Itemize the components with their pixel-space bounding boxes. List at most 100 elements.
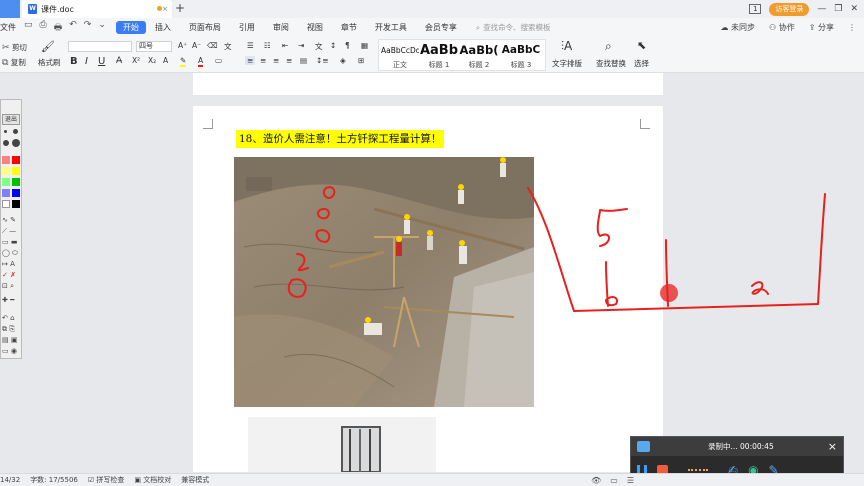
align-center-button[interactable]: ≡ <box>260 56 266 65</box>
redo-icon[interactable]: ↷ <box>84 20 92 36</box>
pen-size-large[interactable] <box>3 140 9 146</box>
grow-font-icon[interactable]: A⁺ <box>178 41 187 50</box>
paintbrush-icon[interactable]: 🖌 <box>41 40 55 53</box>
color-swatch-green[interactable] <box>12 178 20 186</box>
command-search[interactable]: ⌕ 查找命令、搜索模板 <box>476 22 551 33</box>
style-heading-2[interactable]: AaBb( 标题 2 <box>459 42 499 70</box>
save-tool-icon[interactable]: ▤ ▣ <box>2 336 17 344</box>
format-painter-button[interactable]: 格式刷 <box>38 57 61 68</box>
justify-button[interactable]: ≡ <box>286 56 292 65</box>
border-icon[interactable]: ▦ <box>361 41 368 50</box>
find-icon[interactable]: ⌕ <box>605 39 612 54</box>
construction-site-photo[interactable] <box>234 157 534 407</box>
maximize-button[interactable]: ❐ <box>834 4 842 14</box>
distributed-button[interactable]: ▤ <box>300 56 307 65</box>
text-effect-icon[interactable]: A <box>163 56 168 65</box>
font-color-icon[interactable]: A <box>198 56 204 67</box>
collaborate-button[interactable]: ⚇ 协作 <box>769 22 795 33</box>
style-normal[interactable]: AaBbCcDd 正文 <box>381 42 419 70</box>
italic-button[interactable]: I <box>85 56 88 67</box>
recorder-close-button[interactable]: × <box>828 440 837 453</box>
copy-button[interactable]: ⧉ 复制 <box>2 57 26 68</box>
decrease-indent-icon[interactable]: ⇤ <box>282 41 288 50</box>
add-tool-icon[interactable]: ✚ ━ <box>2 296 14 304</box>
print-preview-icon[interactable]: ⎙ <box>40 20 47 36</box>
save-icon[interactable]: ▭ <box>24 20 33 36</box>
menu-tab-member[interactable]: 会员专享 <box>416 22 466 33</box>
text-layout-icon[interactable]: ⫶A <box>561 39 572 54</box>
undo-tool-icon[interactable]: ↶ ⌂ <box>2 314 15 322</box>
document-tab[interactable]: W 课件.doc × <box>22 0 172 18</box>
menu-tab-references[interactable]: 引用 <box>230 22 264 33</box>
word-count[interactable]: 字数: 17/5506 <box>30 475 78 485</box>
menu-file[interactable]: 文件 <box>0 22 18 33</box>
more-menu-icon[interactable]: ⋮ <box>848 23 856 32</box>
color-swatch-white[interactable] <box>2 200 10 208</box>
select-cursor-icon[interactable]: ⬉ <box>637 39 646 52</box>
pen-size-small[interactable] <box>4 130 7 133</box>
style-heading-1[interactable]: AaBb 标题 1 <box>419 42 459 70</box>
page-indicator[interactable]: 14/32 <box>0 476 20 484</box>
color-swatch-light-yellow[interactable] <box>2 167 10 175</box>
home-tab[interactable] <box>0 0 20 18</box>
undo-icon[interactable]: ↶ <box>69 20 77 36</box>
color-swatch-black[interactable] <box>12 200 20 208</box>
cut-button[interactable]: ✂ 剪切 <box>2 42 27 53</box>
shrink-font-icon[interactable]: A⁻ <box>192 41 201 50</box>
highlight-icon[interactable]: ✎ <box>180 56 187 67</box>
line-spacing-icon[interactable]: ↕≡ <box>316 56 329 65</box>
align-left-button[interactable]: ≡ <box>245 56 256 65</box>
window-count-badge[interactable]: 1 <box>749 4 762 14</box>
sort-icon[interactable]: ↕ <box>330 41 336 50</box>
font-name-select[interactable] <box>68 41 132 52</box>
strikethrough-button[interactable]: A̶ <box>116 56 122 66</box>
ellipse-tool-icon[interactable]: ◯ ⬭ <box>2 249 18 257</box>
show-marks-icon[interactable]: ¶ <box>345 41 350 50</box>
table-border-icon[interactable]: ⊞ <box>358 56 364 65</box>
text-tool-icon[interactable]: ↦ A <box>2 260 15 268</box>
line-tool-icon[interactable]: ⟋ — <box>2 227 16 235</box>
bullet-list-icon[interactable]: ☰ <box>247 41 254 50</box>
spell-check-toggle[interactable]: ☑ 拼写检查 <box>88 475 125 485</box>
menu-tab-section[interactable]: 章节 <box>332 22 366 33</box>
equipment-photo[interactable] <box>248 417 436 472</box>
bold-button[interactable]: B <box>70 56 78 67</box>
increase-indent-icon[interactable]: ⇥ <box>298 41 304 50</box>
chinese-layout-icon[interactable]: 文 <box>315 41 323 52</box>
shading-icon[interactable]: ◈ <box>340 56 346 65</box>
color-swatch-blue[interactable] <box>12 189 20 197</box>
more-icon[interactable]: ⌄ <box>98 20 106 36</box>
close-window-button[interactable]: ✕ <box>850 4 858 14</box>
select-button[interactable]: 选择 <box>634 58 649 69</box>
color-swatch-yellow[interactable] <box>12 167 20 175</box>
color-swatch-red[interactable] <box>12 156 20 164</box>
check-tool-icon[interactable]: ✓ ✗ <box>2 271 16 279</box>
menu-tab-view[interactable]: 视图 <box>298 22 332 33</box>
page-view-icon[interactable]: ▭ <box>610 476 618 485</box>
font-size-select[interactable]: 四号 <box>136 41 172 52</box>
color-swatch-pink[interactable] <box>2 156 10 164</box>
find-replace-button[interactable]: 查找替换 <box>596 58 626 69</box>
share-button[interactable]: ⇪ 分享 <box>809 22 834 33</box>
doc-proof-button[interactable]: ▣ 文档校对 <box>134 475 171 485</box>
rect-tool-icon[interactable]: ▭ ▬ <box>2 238 17 246</box>
print-icon[interactable]: 🖶 <box>54 20 63 36</box>
eye-protection-icon[interactable]: 👁 <box>591 476 601 485</box>
pen-size-xlarge[interactable] <box>12 139 20 147</box>
numbered-list-icon[interactable]: ☷ <box>264 41 271 50</box>
unsynced-button[interactable]: ☁ 未同步 <box>720 22 755 33</box>
text-layout-button[interactable]: 文字排版 <box>552 58 582 69</box>
menu-tab-insert[interactable]: 插入 <box>146 22 180 33</box>
tab-close-button[interactable]: × <box>162 5 168 13</box>
pinyin-icon[interactable]: 文 <box>224 41 232 52</box>
document-heading[interactable]: 18、造价人需注意！土方钎探工程量计算！ <box>236 130 445 148</box>
copy-tool-icon[interactable]: ⧉ ⎘ <box>2 325 15 333</box>
palette-exit-button[interactable]: 退出 <box>2 114 20 125</box>
crop-tool-icon[interactable]: ⊡ ⌕ <box>2 282 14 290</box>
subscript-button[interactable]: X₂ <box>148 56 156 65</box>
clear-format-icon[interactable]: ⌫ <box>207 41 218 50</box>
menu-tab-review[interactable]: 审阅 <box>264 22 298 33</box>
color-swatch-light-blue[interactable] <box>2 189 10 197</box>
curve-tool-icon[interactable]: ∿ ✎ <box>2 216 16 224</box>
menu-tab-page-layout[interactable]: 页面布局 <box>180 22 230 33</box>
